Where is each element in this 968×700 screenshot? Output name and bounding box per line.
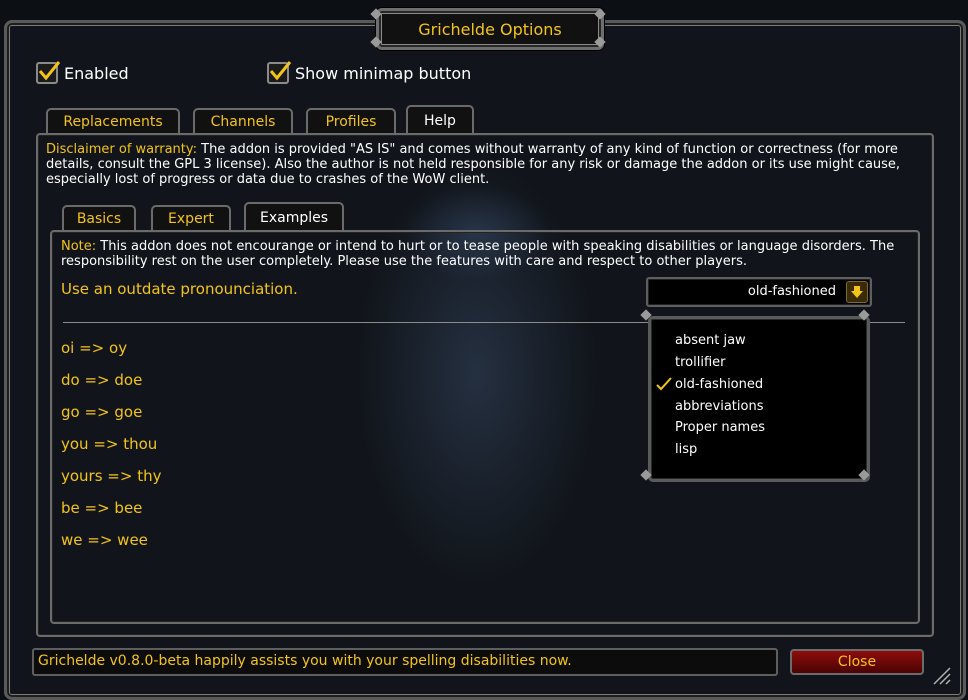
minimap-checkbox-box[interactable] [267,61,292,84]
tab-profiles[interactable]: Profiles [306,108,396,134]
tab-expert[interactable]: Expert [151,205,231,231]
enabled-checkbox[interactable]: Enabled [36,61,129,84]
tab-label: Help [424,113,456,129]
disclaimer-text: Disclaimer of warranty: The addon is pro… [46,142,926,187]
example-item: go => goe [61,403,143,421]
minimap-label: Show minimap button [295,63,472,83]
tab-help[interactable]: Help [406,105,474,135]
resize-grip-icon[interactable] [930,664,952,686]
dropdown-arrow-button[interactable] [846,281,868,303]
example-item: be => bee [61,499,143,517]
tab-label: Examples [259,210,329,226]
enabled-checkbox-box[interactable] [36,61,61,84]
dropdown-menu: absent jaw trollifier old-fashioned abbr… [648,316,870,482]
status-bar: Grichelde v0.8.0-beta happily assists yo… [32,648,778,676]
menu-item-old-fashioned[interactable]: old-fashioned [675,377,763,392]
example-item: you => thou [61,435,158,453]
checkmark-icon [269,61,292,81]
menu-item-trollifier[interactable]: trollifier [675,355,725,370]
note-body: This addon does not encourange or intend… [61,239,895,269]
tab-label: Profiles [325,114,377,130]
checkmark-icon [38,61,61,81]
enabled-label: Enabled [64,63,129,83]
menu-item-proper-names[interactable]: Proper names [675,420,765,435]
note-heading: Note: [61,239,97,254]
window-title-box[interactable]: Grichelde Options [376,8,604,50]
disclaimer-heading: Disclaimer of warranty: [46,142,198,157]
checkmark-icon [656,377,672,391]
pronunciation-dropdown[interactable]: old-fashioned [646,277,872,307]
tab-channels[interactable]: Channels [193,108,293,134]
dropdown-selected-value: old-fashioned [747,284,836,299]
status-text: Grichelde v0.8.0-beta happily assists yo… [38,653,572,669]
example-item: yours => thy [61,467,162,485]
example-item: do => doe [61,371,143,389]
tab-label: Basics [76,211,122,227]
tab-replacements[interactable]: Replacements [46,108,180,134]
close-button[interactable]: Close [790,649,924,675]
menu-item-lisp[interactable]: lisp [675,442,697,457]
tab-label: Expert [168,211,214,227]
menu-item-abbreviations[interactable]: abbreviations [675,399,763,414]
tab-basics[interactable]: Basics [62,205,136,231]
note-text: Note: This addon does not encourange or … [61,239,911,269]
show-minimap-checkbox[interactable]: Show minimap button [267,61,472,84]
example-item: we => wee [61,531,148,549]
tab-examples[interactable]: Examples [244,202,344,232]
menu-item-absent-jaw[interactable]: absent jaw [675,333,746,348]
arrow-down-icon [851,286,863,298]
example-item: oi => oy [61,339,128,357]
tab-label: Channels [210,114,276,130]
tab-label: Replacements [63,114,163,130]
example-setting-label: Use an outdate pronounciation. [61,280,298,298]
window-title: Grichelde Options [418,19,562,39]
